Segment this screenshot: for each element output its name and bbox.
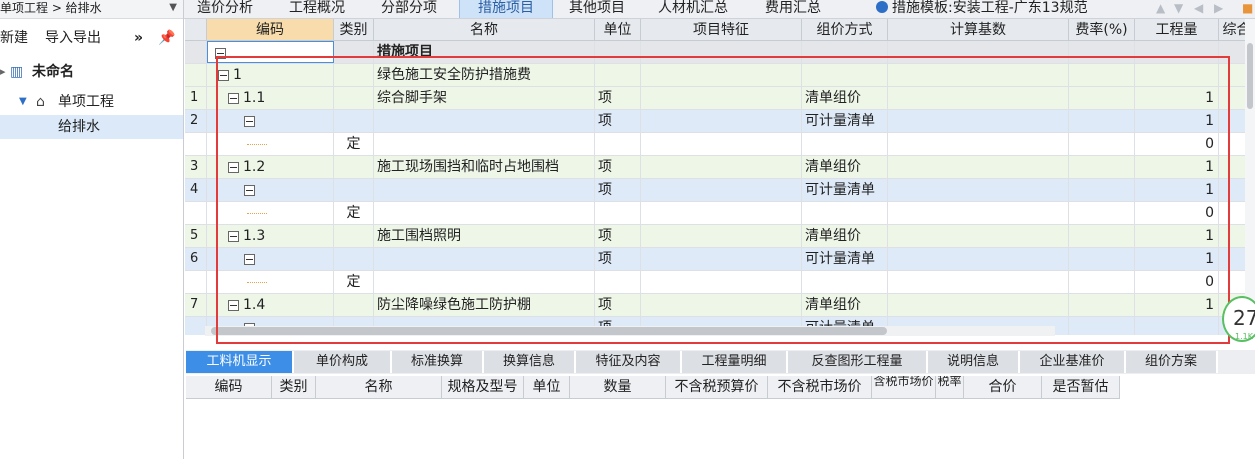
top-tab-bar: 造价分析 工程概况 分部分项 措施项目 其他项目 人材机汇总 费用汇总 措施模板… (184, 0, 1255, 19)
btab-enterprise-price[interactable]: 企业基准价 (1020, 351, 1126, 373)
tree-toggle-icon[interactable]: ▸ (0, 60, 6, 84)
row-number[interactable]: 5 (185, 225, 207, 247)
row-number[interactable]: 6 (185, 248, 207, 270)
bheader-category[interactable]: 类别 (272, 376, 316, 399)
header-category[interactable]: 类别 (334, 19, 374, 41)
header-feature[interactable]: 项目特征 (641, 19, 802, 41)
row-number[interactable] (185, 271, 207, 293)
left-toolbar: 新建 导入导出 » 📌 (0, 24, 183, 52)
tab-sub-items[interactable]: 分部分项 (372, 0, 446, 18)
bheader-total[interactable]: 合价 (964, 376, 1042, 399)
import-export-button[interactable]: 导入导出 (45, 24, 101, 52)
btab-unit-price[interactable]: 单价构成 (294, 351, 392, 373)
bheader-market-price-tax[interactable]: 含税市场价 (872, 376, 936, 399)
template-label: 措施模板:安装工程-广东13规范 (892, 0, 1088, 16)
row-number[interactable]: 3 (185, 156, 207, 178)
home-icon: ⌂ (36, 94, 45, 110)
breadcrumb[interactable]: 单项工程 > 给排水 ▼ (0, 0, 183, 19)
arrow-down-icon[interactable]: ▼ (1174, 0, 1183, 16)
arrow-up-icon[interactable]: ▲ (1156, 0, 1165, 16)
header-code[interactable]: 编码 (207, 19, 334, 41)
bheader-provisional[interactable]: 是否暂估 (1042, 376, 1120, 399)
chevron-down-icon[interactable]: ▼ (169, 0, 177, 16)
bheader-spec[interactable]: 规格及型号 (442, 376, 524, 399)
tab-project-overview[interactable]: 工程概况 (280, 0, 354, 18)
more-icon[interactable]: » (134, 24, 143, 52)
btab-standard-conversion[interactable]: 标准换算 (392, 351, 484, 373)
row-number[interactable]: 1 (185, 87, 207, 109)
btab-features[interactable]: 特征及内容 (576, 351, 682, 373)
header-calc-base[interactable]: 计算基数 (888, 19, 1069, 41)
badge-value: 27 (1233, 306, 1255, 330)
tab-fee-summary[interactable]: 费用汇总 (756, 0, 830, 18)
arrow-left-icon[interactable]: ◀ (1194, 0, 1203, 16)
header-rate[interactable]: 费率(%) (1069, 19, 1135, 41)
tab-measures[interactable]: 措施项目 (459, 0, 553, 18)
tree-item-single-project[interactable]: ▼ ⌂ 单项工程 (0, 90, 183, 114)
bheader-name[interactable]: 名称 (316, 376, 442, 399)
row-number[interactable]: 7 (185, 294, 207, 316)
row-number[interactable]: 2 (185, 110, 207, 132)
tree-item-root[interactable]: ▸ ▥ 未命名 (0, 60, 183, 84)
bheader-market-price[interactable]: 不含税市场价 (768, 376, 872, 399)
project-tree-pane: 单项工程 > 给排水 ▼ 新建 导入导出 » 📌 ▸ ▥ 未命名 ▼ ⌂ 单项工… (0, 0, 184, 459)
btab-labor-material[interactable]: 工料机显示 (186, 351, 294, 373)
bheader-quantity[interactable]: 数量 (570, 376, 666, 399)
tab-cost-analysis[interactable]: 造价分析 (188, 0, 262, 18)
tree-item-label: 未命名 (32, 64, 74, 80)
btab-conversion-info[interactable]: 换算信息 (484, 351, 576, 373)
arrow-right-icon[interactable]: ▶ (1214, 0, 1223, 16)
chevron-down-icon[interactable]: ▼ (19, 90, 27, 114)
tab-labor-material-summary[interactable]: 人材机汇总 (648, 0, 738, 18)
scroll-thumb[interactable] (1247, 43, 1253, 109)
btab-quantity-detail[interactable]: 工程量明细 (682, 351, 788, 373)
row-number[interactable] (185, 202, 207, 224)
tab-other-items[interactable]: 其他项目 (560, 0, 634, 18)
header-rowno (185, 19, 207, 41)
btab-reverse-lookup[interactable]: 反查图形工程量 (788, 351, 928, 373)
bheader-unit[interactable]: 单位 (524, 376, 570, 399)
row-number[interactable] (185, 41, 207, 63)
template-icon (876, 1, 888, 13)
bottom-tab-bar: 工料机显示 单价构成 标准换算 换算信息 特征及内容 工程量明细 反查图形工程量… (186, 350, 1255, 374)
building-icon: ▥ (10, 64, 24, 80)
bheader-budget-price[interactable]: 不含税预算价 (666, 376, 768, 399)
row-number[interactable]: 4 (185, 179, 207, 201)
header-quantity[interactable]: 工程量 (1135, 19, 1219, 41)
tree-item-water-supply[interactable]: 给排水 (0, 115, 183, 139)
header-unit[interactable]: 单位 (595, 19, 641, 41)
resource-grid-header: 编码 类别 名称 规格及型号 单位 数量 不含税预算价 不含税市场价 含税市场价… (186, 376, 1124, 399)
new-button[interactable]: 新建 (0, 24, 28, 52)
row-number[interactable] (185, 133, 207, 155)
header-name[interactable]: 名称 (374, 19, 595, 41)
header-pricing-method[interactable]: 组价方式 (802, 19, 888, 41)
vertical-scrollbar[interactable] (1245, 19, 1255, 335)
btab-pricing-scheme[interactable]: 组价方案 (1126, 351, 1218, 373)
breadcrumb-text: 单项工程 > 给排水 (0, 1, 102, 15)
pin-icon[interactable]: 📌 (158, 24, 175, 52)
progress-badge[interactable]: 27 1.1K (1222, 296, 1255, 342)
measure-template-selector[interactable]: 措施模板:安装工程-广东13规范 (876, 0, 1088, 16)
tree-item-label: 给排水 (58, 119, 100, 135)
bheader-code[interactable]: 编码 (186, 376, 272, 399)
bheader-tax-rate[interactable]: 税率 (936, 376, 964, 399)
row-number[interactable] (185, 317, 207, 335)
highlight-annotation-box (216, 56, 1230, 344)
row-number[interactable] (185, 64, 207, 86)
settings-icon[interactable]: ■ (1242, 0, 1253, 16)
tree-item-label: 单项工程 (58, 94, 114, 110)
badge-sub: 1.1K (1235, 332, 1253, 341)
btab-notes[interactable]: 说明信息 (928, 351, 1020, 373)
